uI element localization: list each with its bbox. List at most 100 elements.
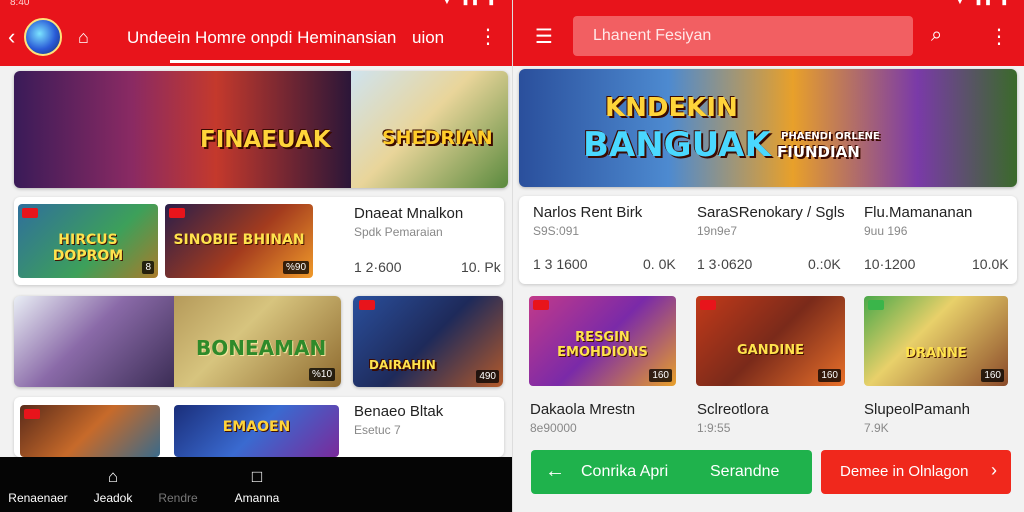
banner-badge: 490 [476, 370, 499, 383]
more-vertical-icon[interactable]: ⋮ [478, 26, 498, 48]
thumbnail-title: SINOBIE BHINAN [173, 232, 305, 249]
nav-item-rendre[interactable]: Rendre [150, 457, 206, 512]
thumbnail-badge: 160 [649, 369, 672, 382]
hot-badge [169, 208, 185, 218]
featured-banner[interactable]: FINAEUAK SHEDRIAN [14, 71, 508, 188]
game-stat-right: 10.0K [972, 256, 1009, 272]
game-thumbnail[interactable]: HIRCUS DOPROM 8 [18, 204, 158, 278]
game-stat-left: 1 2·600 [354, 259, 402, 275]
status-time: 8:40 [10, 0, 30, 8]
arrow-left-icon: ← [545, 460, 565, 482]
game-title: Dakaola Mrestn [530, 401, 636, 418]
banner-title-line1: KNDEKIN [605, 93, 738, 123]
game-title: SlupeolPamanh [864, 401, 970, 418]
game-card-row3[interactable]: EMAOEN Benaeo Bltak Esetuc 7 [14, 397, 504, 457]
banner-title-left: FINAEUAK [200, 127, 331, 153]
banner-title-line2: BANGUAK [583, 125, 771, 165]
thumbnail-title: GANDINE [737, 342, 804, 358]
thumbnail-badge: 160 [981, 369, 1004, 382]
game-subtitle: 19n9e7 [697, 224, 738, 238]
search-input[interactable]: Lhanent Fesiyan [573, 16, 913, 56]
header-tab-extra[interactable]: uion [412, 28, 444, 48]
nav-label: Renaenaer [8, 491, 68, 505]
nav-item-renaenaer[interactable]: Renaenaer [0, 457, 76, 512]
hot-badge [868, 300, 884, 310]
banner-side-line2: FIUNDIAN [777, 143, 860, 161]
banner-title-right: SHEDRIAN [382, 127, 493, 149]
thumbnail-badge: 160 [818, 369, 841, 382]
app-header: 8:40 ▼ ▮▮ ▮ ‹ ⌂ Undeein Homre onpdi Hemi… [0, 0, 512, 66]
banner-art [14, 296, 174, 387]
hamburger-icon[interactable]: ☰ [535, 26, 553, 48]
game-title: Flu.Mamananan [864, 204, 973, 221]
game-stat-left: 1 3·0620 [697, 256, 753, 272]
game-title: SaraSRenokary / Sgls [697, 204, 845, 221]
nav-label: Jeadok [93, 491, 133, 505]
banner-title: DAIRAHIN [369, 358, 436, 372]
game-thumbnail[interactable]: GANDINE 160 [696, 296, 845, 386]
banner-title: BONEAMAN [196, 336, 327, 360]
game-thumbnail[interactable]: DRANNE 160 [864, 296, 1008, 386]
right-app-screen: ▼ ▮▮ ▮ ☰ ⌕ ⋮ Lhanent Fesiyan KNDEKIN BAN… [512, 0, 1024, 512]
game-subtitle: 8e90000 [530, 421, 577, 435]
game-stat-right: 0.:0K [808, 256, 841, 272]
hot-badge [359, 300, 375, 310]
banner-badge: %10 [308, 368, 335, 381]
banner-side-line1: PHAENDI ORLENE [781, 131, 880, 142]
game-subtitle: Esetuc 7 [354, 423, 401, 437]
game-banner-wide[interactable]: BONEAMAN %10 [14, 296, 341, 387]
nav-item-home[interactable]: ⌂ Jeadok [80, 457, 146, 512]
status-bar: ▼ ▮▮ ▮ [513, 0, 1024, 10]
home-icon[interactable]: ⌂ [78, 26, 89, 48]
game-thumbnail[interactable] [20, 405, 160, 457]
square-icon: □ [251, 467, 263, 486]
game-card-row1[interactable]: HIRCUS DOPROM 8 SINOBIE BHINAN %90 Dnaea… [14, 197, 504, 285]
chevron-right-icon: › [991, 460, 997, 480]
game-banner-small[interactable]: DAIRAHIN 490 [353, 296, 503, 387]
hot-badge [22, 208, 38, 218]
header-title[interactable]: Undeein Homre onpdi Heminansian [127, 28, 396, 48]
game-stat-left: 10·1200 [864, 256, 916, 272]
game-title: Sclreotlora [697, 401, 769, 418]
app-logo[interactable] [24, 18, 62, 56]
thumbnail-title: RESGIN EMOHDIONS [557, 330, 648, 361]
status-icons: ▼ ▮▮ ▮ [442, 0, 498, 7]
active-tab-indicator [170, 60, 350, 63]
game-thumbnail[interactable]: RESGIN EMOHDIONS 160 [529, 296, 676, 386]
status-bar: 8:40 ▼ ▮▮ ▮ [0, 0, 512, 10]
chevron-left-icon[interactable]: ‹ [8, 26, 15, 48]
game-subtitle: 1:9:55 [697, 421, 731, 435]
game-stats-card[interactable]: Narlos Rent Birk S9S:091 1 3 1600 0. 0K … [519, 196, 1017, 284]
game-subtitle: 9uu 196 [864, 224, 908, 238]
thumbnail-badge: 8 [142, 261, 154, 274]
thumbnail-title: HIRCUS DOPROM [52, 232, 124, 265]
connect-button-secondary-label: Serandne [710, 463, 780, 480]
more-vertical-icon[interactable]: ⋮ [989, 26, 1009, 48]
left-app-screen: 8:40 ▼ ▮▮ ▮ ‹ ⌂ Undeein Homre onpdi Hemi… [0, 0, 512, 512]
hot-badge [700, 300, 716, 310]
game-subtitle: Spdk Pemaraian [354, 225, 443, 239]
game-thumbnail[interactable]: EMAOEN [174, 405, 339, 457]
game-title: Dnaeat Mnalkon [354, 205, 464, 222]
hot-badge [24, 409, 40, 419]
thumbnail-badge: %90 [282, 261, 309, 274]
home-icon: ⌂ [107, 467, 119, 486]
demo-button-label: Demee in Olnlagon [840, 463, 969, 480]
featured-banner[interactable]: KNDEKIN BANGUAK PHAENDI ORLENE FIUNDIAN [519, 69, 1017, 187]
game-stat-right: 10. Pk [461, 259, 501, 275]
nav-item-amanna[interactable]: □ Amanna [226, 457, 288, 512]
game-title: Benaeo Bltak [354, 403, 444, 420]
game-thumbnail[interactable]: SINOBIE BHINAN %90 [165, 204, 313, 278]
status-icons: ▼ ▮▮ ▮ [955, 0, 1011, 7]
connect-button-label: Conrika Apri [581, 463, 669, 480]
thumbnail-title: EMAOEN [222, 419, 291, 435]
nav-label: Amanna [234, 491, 280, 505]
hot-badge [533, 300, 549, 310]
game-stat-right: 0. 0K [643, 256, 676, 272]
connect-button[interactable]: ← Conrika Apri Serandne [531, 450, 812, 494]
demo-button[interactable]: Demee in Olnlagon › [821, 450, 1011, 494]
game-title: Narlos Rent Birk [533, 204, 643, 221]
game-stat-left: 1 3 1600 [533, 256, 588, 272]
game-subtitle: S9S:091 [533, 224, 580, 238]
search-icon[interactable]: ⌕ [931, 24, 942, 46]
